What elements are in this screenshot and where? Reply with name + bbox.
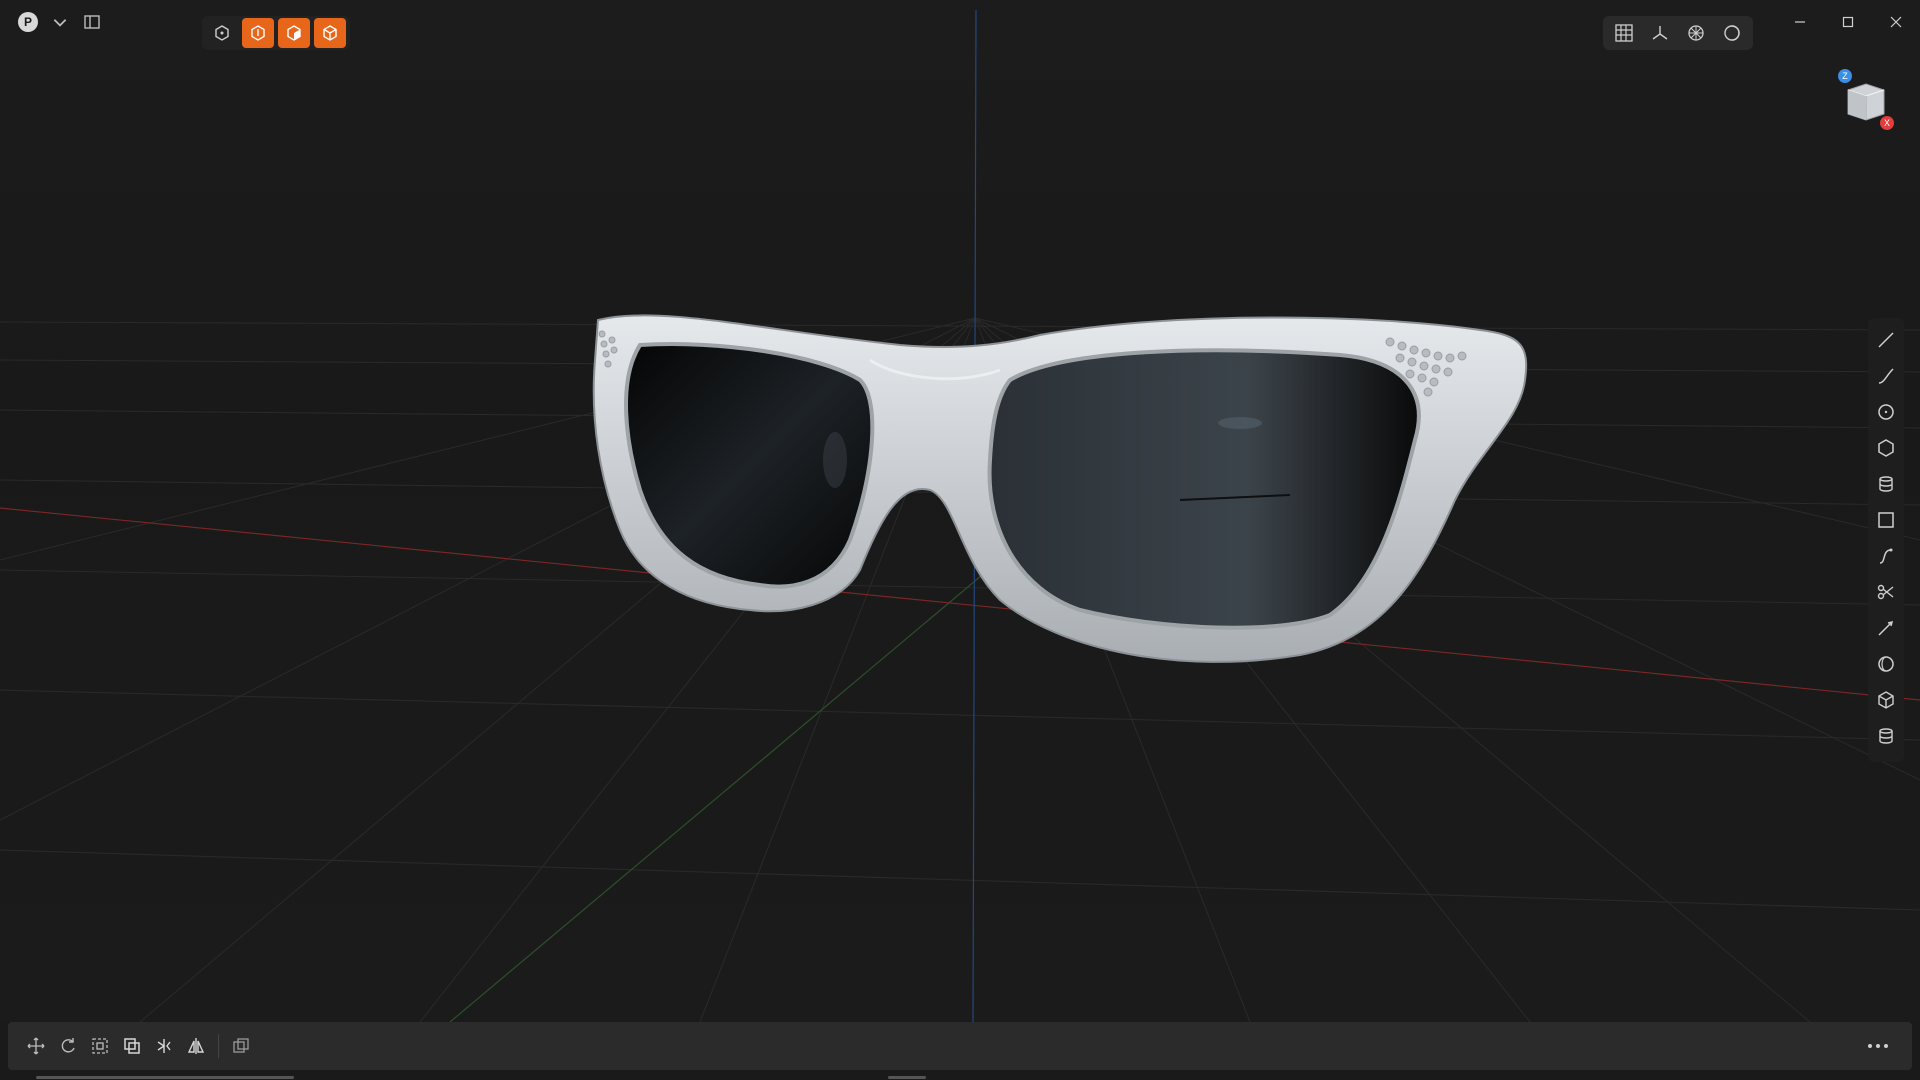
wireframe-view-icon	[1688, 25, 1704, 41]
scale-icon	[92, 1038, 108, 1054]
bottom-scroll-indicator-secondary[interactable]	[888, 1076, 926, 1079]
cube-tool-icon	[1878, 691, 1894, 709]
rectangle-tool-icon	[1878, 512, 1894, 528]
curve-tool-button[interactable]	[1871, 358, 1901, 394]
boolean-button[interactable]	[225, 1030, 257, 1062]
close-icon	[1890, 16, 1902, 28]
knife-tool-button[interactable]	[1871, 610, 1901, 646]
close-button[interactable]	[1872, 8, 1920, 36]
axes-view-button[interactable]	[1643, 18, 1677, 48]
scale-button[interactable]	[84, 1030, 116, 1062]
bottom-toolbar	[8, 1022, 1912, 1070]
maximize-button[interactable]	[1824, 8, 1872, 36]
duplicate-icon	[124, 1038, 140, 1054]
face-mode-icon	[287, 25, 301, 41]
edge-mode-icon	[323, 25, 337, 41]
stack-tool-button[interactable]	[1871, 466, 1901, 502]
selection-mode-toolbar	[202, 16, 350, 50]
mirror-button[interactable]	[180, 1030, 212, 1062]
mirror-icon	[187, 1038, 205, 1054]
sidebar-toggle-icon[interactable]	[82, 12, 102, 32]
x-axis-label[interactable]: X	[1880, 116, 1894, 130]
minimize-button[interactable]	[1776, 8, 1824, 36]
circle-tool-button[interactable]	[1871, 394, 1901, 430]
boolean-icon	[233, 1038, 249, 1053]
object-mode-button[interactable]	[206, 18, 238, 48]
grid-view-button[interactable]	[1607, 18, 1641, 48]
cut-tool-icon	[1877, 584, 1894, 600]
move-button[interactable]	[20, 1030, 52, 1062]
shading-view-icon	[1724, 25, 1740, 41]
align-icon	[157, 1039, 171, 1053]
y-axis-line	[449, 559, 1001, 1022]
cut-tool-button[interactable]	[1871, 574, 1901, 610]
polygon-tool-button[interactable]	[1871, 430, 1901, 466]
scene-canvas[interactable]	[0, 0, 1920, 1022]
window-controls	[1776, 8, 1920, 36]
more-horizontal-icon	[1868, 1044, 1888, 1048]
wireframe-view-button[interactable]	[1679, 18, 1713, 48]
avatar[interactable]: P	[18, 12, 38, 32]
orientation-gizmo[interactable]: Z X	[1836, 66, 1894, 134]
line-tool-icon	[1878, 332, 1894, 348]
knife-tool-icon	[1878, 620, 1894, 636]
stack-tool-icon	[1879, 476, 1893, 492]
maximize-icon	[1842, 16, 1854, 28]
3d-viewport[interactable]: P Z X	[0, 0, 1920, 1022]
cube-tool-button[interactable]	[1871, 682, 1901, 718]
chevron-down-icon[interactable]	[50, 12, 70, 32]
rectangle-tool-button[interactable]	[1871, 502, 1901, 538]
circle-tool-icon	[1878, 404, 1894, 420]
duplicate-button[interactable]	[116, 1030, 148, 1062]
vertex-mode-icon	[251, 25, 265, 41]
cylinder-tool-icon	[1879, 728, 1893, 744]
grid-view-icon	[1615, 24, 1633, 42]
more-options-button[interactable]	[1866, 1036, 1890, 1056]
top-left-controls: P	[18, 12, 102, 32]
modeling-tools-rail	[1868, 318, 1904, 762]
move-icon	[27, 1037, 45, 1055]
vertex-mode-button[interactable]	[242, 18, 274, 48]
spline-tool-icon	[1879, 548, 1893, 564]
sphere-tool-icon	[1878, 656, 1894, 672]
sunglasses-model	[592, 314, 1528, 663]
object-mode-icon	[215, 25, 229, 41]
align-button[interactable]	[148, 1030, 180, 1062]
z-axis-label[interactable]: Z	[1838, 69, 1852, 83]
cylinder-tool-button[interactable]	[1871, 718, 1901, 754]
rotate-button[interactable]	[52, 1030, 84, 1062]
axes-view-icon	[1652, 26, 1668, 40]
view-toolbar	[1603, 16, 1753, 50]
toolbar-separator	[218, 1034, 219, 1058]
face-mode-button[interactable]	[278, 18, 310, 48]
sphere-tool-button[interactable]	[1871, 646, 1901, 682]
spline-tool-button[interactable]	[1871, 538, 1901, 574]
polygon-tool-icon	[1878, 439, 1894, 457]
line-tool-button[interactable]	[1871, 322, 1901, 358]
bottom-scroll-indicator[interactable]	[36, 1076, 294, 1079]
rotate-icon	[61, 1038, 75, 1053]
curve-tool-icon	[1878, 368, 1894, 384]
shading-view-button[interactable]	[1715, 18, 1749, 48]
edge-mode-button[interactable]	[314, 18, 346, 48]
minimize-icon	[1795, 21, 1805, 23]
